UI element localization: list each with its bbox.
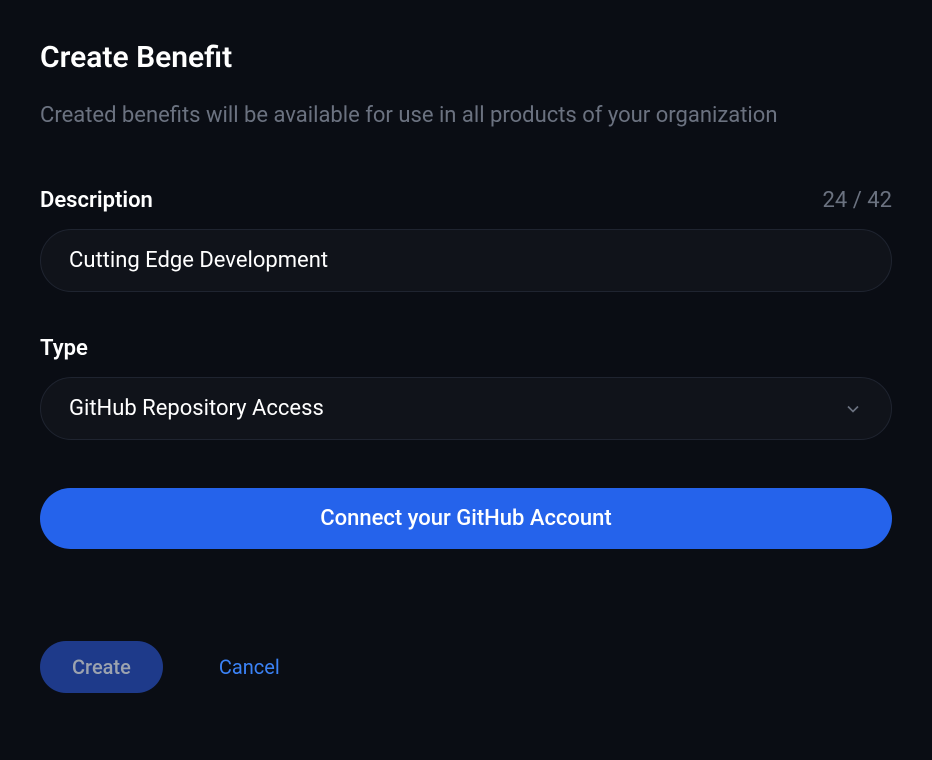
page-subtitle: Created benefits will be available for u… xyxy=(40,99,892,132)
type-select-value: GitHub Repository Access xyxy=(69,396,324,421)
page-title: Create Benefit xyxy=(40,40,892,75)
create-button[interactable]: Create xyxy=(40,641,163,693)
connect-github-button[interactable]: Connect your GitHub Account xyxy=(40,488,892,549)
description-label: Description xyxy=(40,188,153,213)
description-field-group: Description 24 / 42 xyxy=(40,188,892,292)
action-button-row: Create Cancel xyxy=(40,641,892,693)
type-select[interactable]: GitHub Repository Access xyxy=(40,377,892,440)
description-char-counter: 24 / 42 xyxy=(823,188,892,213)
cancel-button[interactable]: Cancel xyxy=(219,655,280,679)
description-input[interactable] xyxy=(40,229,892,292)
type-field-group: Type GitHub Repository Access xyxy=(40,336,892,440)
type-label: Type xyxy=(40,336,88,361)
create-benefit-form: Create Benefit Created benefits will be … xyxy=(40,40,892,693)
chevron-down-icon xyxy=(843,399,863,419)
